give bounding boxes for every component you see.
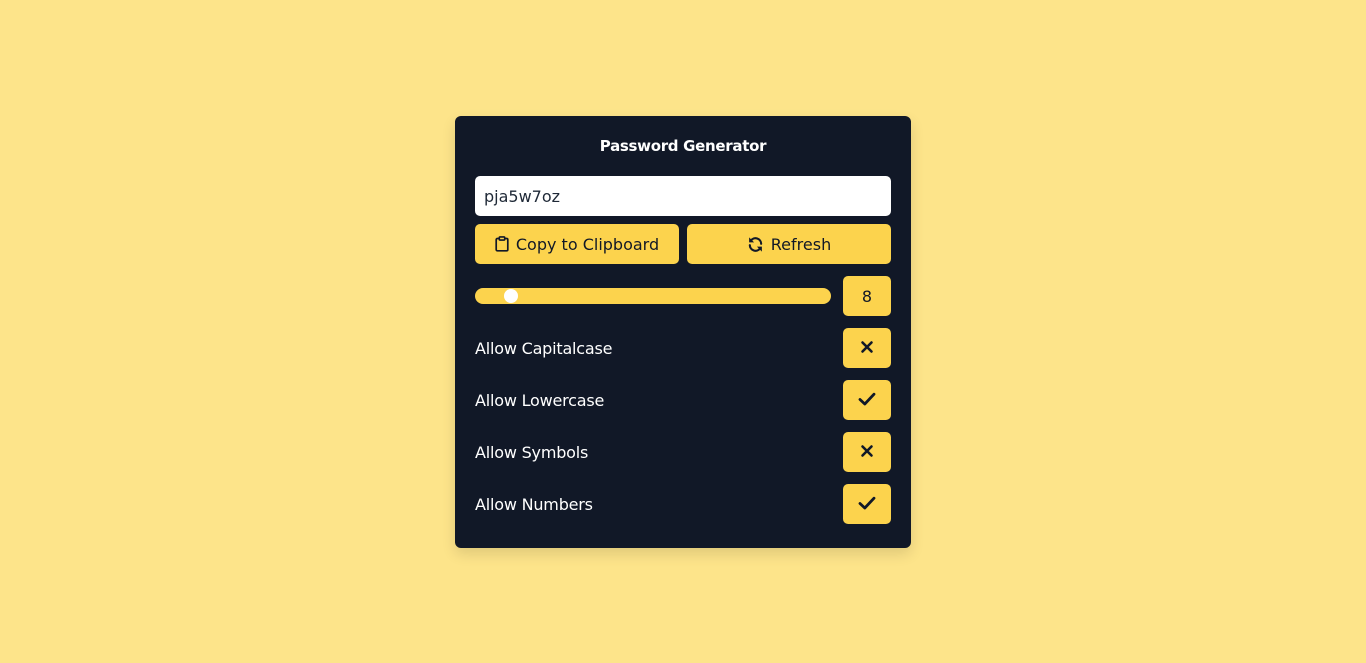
check-icon — [858, 392, 876, 409]
length-value-badge: 8 — [843, 276, 891, 316]
copy-to-clipboard-button[interactable]: Copy to Clipboard — [475, 224, 679, 264]
toggle-numbers[interactable] — [843, 484, 891, 524]
option-row-numbers: Allow Numbers — [475, 484, 891, 524]
page-title: Password Generator — [599, 137, 767, 155]
password-generator-card: Password Generator Copy to Clipboard Ref… — [455, 116, 911, 548]
option-row-lowercase: Allow Lowercase — [475, 380, 891, 420]
option-label-symbols: Allow Symbols — [475, 442, 589, 462]
length-slider[interactable] — [475, 288, 831, 304]
refresh-button-label: Refresh — [770, 234, 832, 254]
toggle-symbols[interactable] — [843, 432, 891, 472]
close-icon — [860, 340, 874, 357]
copy-button-label: Copy to Clipboard — [515, 234, 660, 254]
check-icon — [858, 496, 876, 513]
option-label-lowercase: Allow Lowercase — [475, 390, 605, 410]
option-row-capitalcase: Allow Capitalcase — [475, 328, 891, 368]
option-label-capitalcase: Allow Capitalcase — [475, 338, 613, 358]
refresh-icon — [747, 236, 764, 253]
option-row-symbols: Allow Symbols — [475, 432, 891, 472]
toggle-capitalcase[interactable] — [843, 328, 891, 368]
password-output-field[interactable] — [475, 176, 891, 216]
refresh-button[interactable]: Refresh — [687, 224, 891, 264]
toggle-lowercase[interactable] — [843, 380, 891, 420]
clipboard-icon — [495, 236, 509, 252]
length-slider-thumb[interactable] — [504, 289, 519, 303]
option-label-numbers: Allow Numbers — [475, 494, 593, 514]
close-icon — [860, 444, 874, 461]
